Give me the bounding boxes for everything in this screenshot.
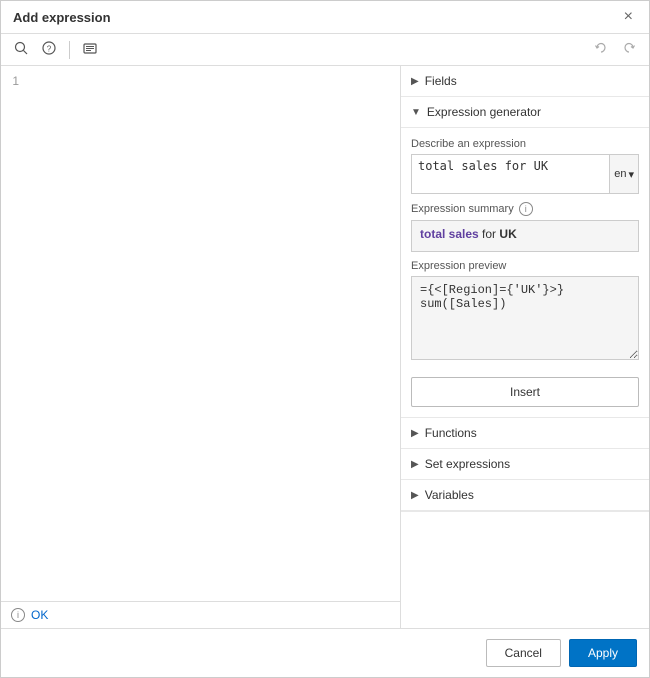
variables-section-label: Variables <box>425 488 474 502</box>
functions-section-label: Functions <box>425 426 477 440</box>
summary-part2: for <box>482 227 496 241</box>
describe-input[interactable] <box>411 154 610 194</box>
expression-generator-header[interactable]: ▼ Expression generator <box>401 97 649 128</box>
undo-button[interactable] <box>589 38 613 61</box>
variables-chevron-icon: ▶ <box>411 490 419 501</box>
dialog-footer: Cancel Apply <box>1 628 649 677</box>
describe-input-row: en ▾ <box>411 154 639 194</box>
fields-chevron-icon: ▶ <box>411 76 419 87</box>
lang-chevron-icon: ▾ <box>628 168 634 181</box>
variables-section-header[interactable]: ▶ Variables <box>401 480 649 511</box>
editor-footer: i OK <box>1 601 400 628</box>
redo-button[interactable] <box>617 38 641 61</box>
search-icon <box>14 41 28 55</box>
ok-link[interactable]: OK <box>31 608 48 622</box>
comment-icon <box>83 43 97 55</box>
comment-button[interactable] <box>78 39 102 61</box>
editor-pane: 1 i OK <box>1 66 401 628</box>
add-expression-dialog: Add expression × ? <box>0 0 650 678</box>
code-area[interactable] <box>25 70 396 597</box>
preview-label: Expression preview <box>411 260 639 272</box>
cancel-button[interactable]: Cancel <box>486 639 561 667</box>
search-button[interactable] <box>9 38 33 61</box>
describe-label: Describe an expression <box>411 138 639 150</box>
set-expressions-section-label: Set expressions <box>425 457 510 471</box>
lang-value: en <box>614 168 626 180</box>
functions-chevron-icon: ▶ <box>411 428 419 439</box>
redo-icon <box>622 41 636 55</box>
summary-info-icon: i <box>519 202 533 216</box>
info-icon: i <box>11 608 25 622</box>
insert-button[interactable]: Insert <box>411 377 639 407</box>
toolbar: ? <box>1 34 649 66</box>
summary-part1: total sales <box>420 227 479 241</box>
toolbar-separator <box>69 41 70 59</box>
preview-wrapper <box>411 276 639 363</box>
expression-generator-chevron-icon: ▼ <box>411 107 421 118</box>
fields-section-label: Fields <box>425 74 457 88</box>
expression-generator-content: Describe an expression en ▾ Expression s… <box>401 128 649 418</box>
set-expressions-section-header[interactable]: ▶ Set expressions <box>401 449 649 480</box>
fields-section-header[interactable]: ▶ Fields <box>401 66 649 97</box>
apply-button[interactable]: Apply <box>569 639 637 667</box>
expression-generator-label: Expression generator <box>427 105 541 119</box>
main-area: 1 i OK ▶ Fields ▼ Expression generator <box>1 66 649 628</box>
editor-content: 1 <box>1 66 400 601</box>
dialog-header: Add expression × <box>1 1 649 34</box>
dialog-title: Add expression <box>13 10 111 25</box>
undo-icon <box>594 41 608 55</box>
right-pane: ▶ Fields ▼ Expression generator Describe… <box>401 66 649 628</box>
svg-text:?: ? <box>47 45 52 54</box>
summary-box: total sales for UK <box>411 220 639 252</box>
preview-textarea[interactable] <box>411 276 639 360</box>
close-button[interactable]: × <box>620 9 637 25</box>
line-number-1: 1 <box>12 74 19 88</box>
help-icon: ? <box>42 41 56 55</box>
line-numbers: 1 <box>5 70 25 597</box>
right-pane-empty <box>401 511 649 628</box>
lang-select[interactable]: en ▾ <box>610 154 639 194</box>
help-button[interactable]: ? <box>37 38 61 61</box>
summary-part3: UK <box>499 227 516 241</box>
functions-section-header[interactable]: ▶ Functions <box>401 418 649 449</box>
set-expressions-chevron-icon: ▶ <box>411 459 419 470</box>
summary-label: Expression summary <box>411 203 514 215</box>
